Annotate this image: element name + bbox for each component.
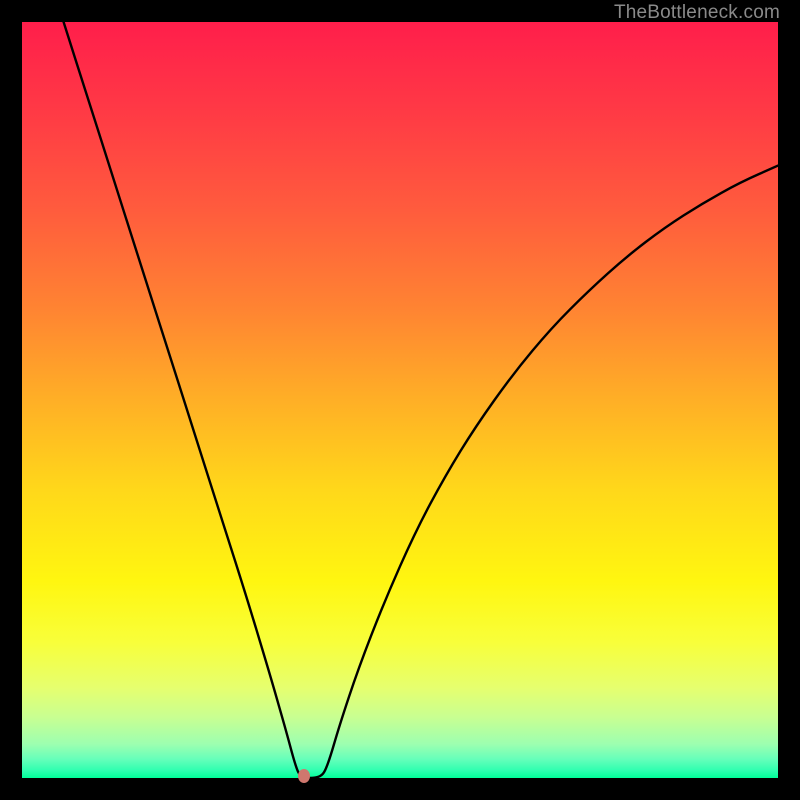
watermark-text: TheBottleneck.com [614,2,780,24]
background-gradient [22,22,778,778]
optimal-point-marker [298,769,310,783]
plot-frame [22,22,778,778]
